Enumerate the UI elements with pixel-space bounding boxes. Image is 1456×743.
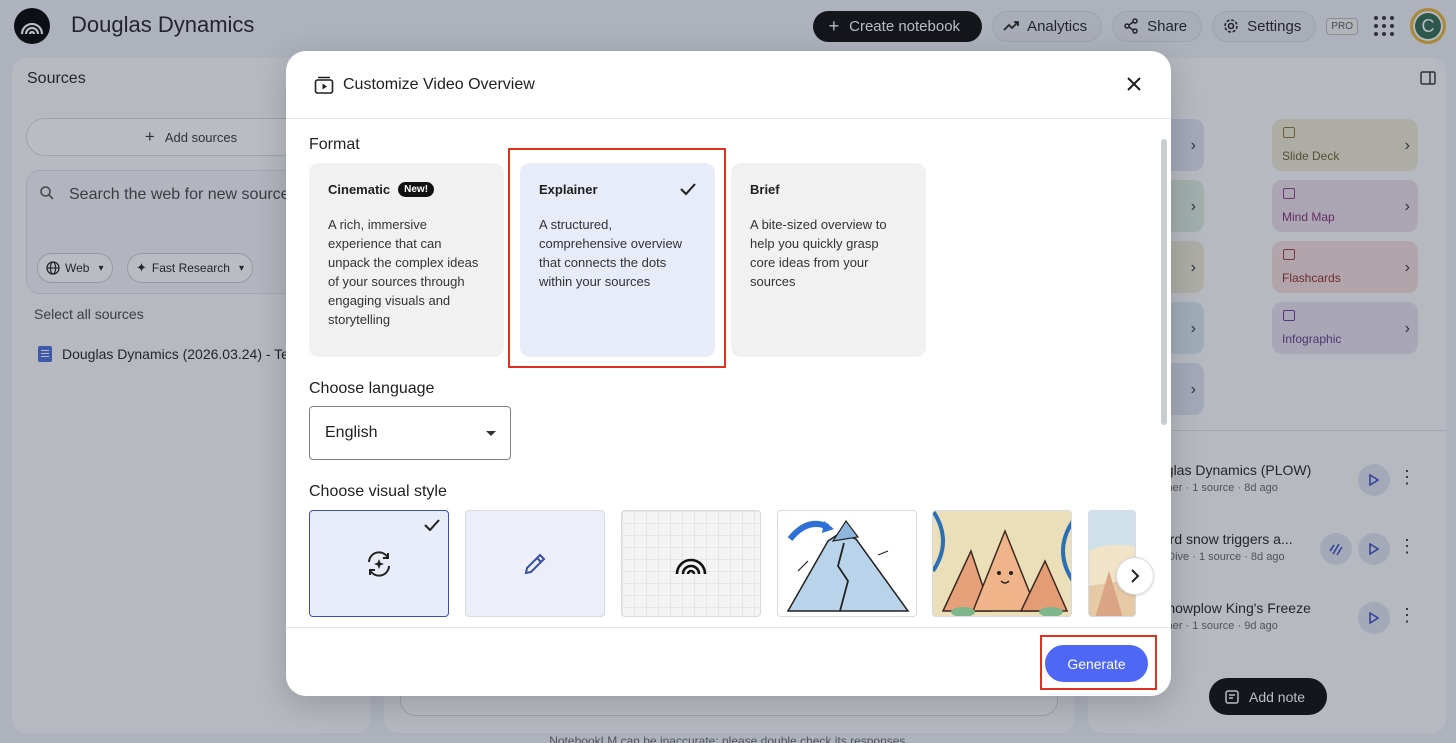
dropdown-caret-icon (486, 431, 496, 436)
chevron-right-icon (1131, 569, 1140, 583)
checkmark-icon (680, 183, 696, 196)
visual-style-label: Choose visual style (309, 483, 447, 500)
cartoon-mountains-thumbnail (933, 511, 1071, 616)
format-label: Format (309, 136, 360, 153)
format-name: Explainer (539, 181, 598, 197)
language-value: English (325, 424, 378, 441)
dialog-footer: Generate (286, 627, 1171, 696)
checkmark-icon (424, 519, 440, 531)
customize-video-overview-dialog: Customize Video Overview Format Cinemati… (286, 51, 1171, 696)
style-card-classic[interactable] (621, 510, 761, 617)
scrollbar[interactable] (1161, 139, 1167, 425)
generate-button[interactable]: Generate (1045, 645, 1148, 682)
auto-select-icon (368, 550, 390, 577)
carousel-next-button[interactable] (1116, 557, 1154, 595)
format-card-brief[interactable]: Brief A bite-sized overview to help you … (731, 163, 926, 357)
format-description: A bite-sized overview to help you quickl… (750, 217, 887, 289)
format-card-cinematic[interactable]: Cinematic New! A rich, immersive experie… (309, 163, 504, 357)
format-description: A structured, comprehensive overview tha… (539, 217, 683, 289)
dialog-title: Customize Video Overview (343, 76, 535, 93)
language-select[interactable]: English (309, 406, 511, 460)
format-title: Explainer (539, 181, 696, 197)
format-title: Cinematic New! (328, 181, 485, 197)
close-icon[interactable] (1125, 75, 1143, 93)
style-card-custom[interactable] (465, 510, 605, 617)
dialog-header: Customize Video Overview (286, 51, 1171, 119)
format-title: Brief (750, 181, 907, 197)
language-label: Choose language (309, 380, 435, 397)
video-overview-icon (314, 76, 334, 94)
notebooklm-logo-icon (675, 558, 707, 574)
format-description: A rich, immersive experience that can un… (328, 217, 479, 327)
style-card-auto[interactable] (309, 510, 449, 617)
new-badge: New! (398, 181, 435, 197)
pencil-icon (524, 553, 546, 574)
style-card-whiteboard[interactable] (777, 510, 917, 617)
style-card-kawaii[interactable] (932, 510, 1072, 617)
volcano-sketch-thumbnail (786, 519, 910, 612)
format-card-explainer[interactable]: Explainer A structured, comprehensive ov… (520, 163, 715, 357)
format-name: Cinematic (328, 181, 391, 197)
format-name: Brief (750, 181, 780, 197)
